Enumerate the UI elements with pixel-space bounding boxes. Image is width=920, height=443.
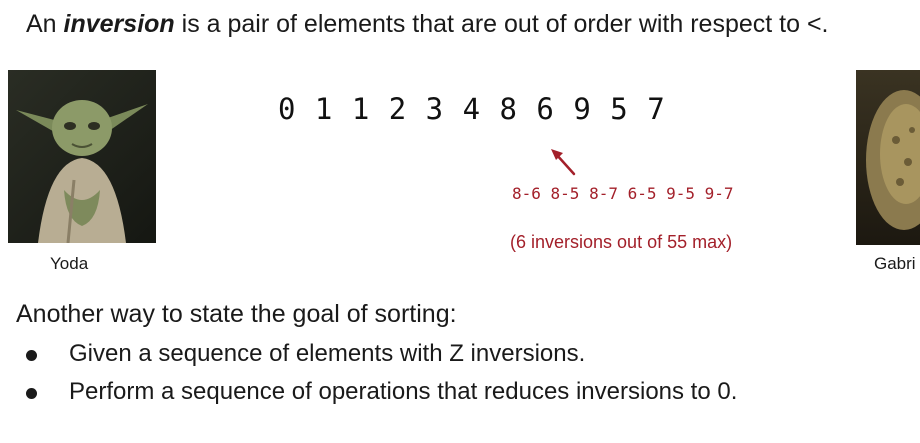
heading-suffix: is a pair of elements that are out of or… — [174, 10, 829, 38]
number-sequence: 0 1 1 2 3 4 8 6 9 5 7 — [278, 92, 666, 126]
cropped-caption: Gabri — [874, 254, 916, 273]
arrow-icon — [551, 149, 576, 176]
section-subheading: Another way to state the goal of sorting… — [16, 300, 457, 328]
cropped-photo — [856, 70, 920, 245]
heading-term: inversion — [63, 10, 175, 38]
bullet-icon — [26, 388, 37, 399]
bullet-text: Given a sequence of elements with Z inve… — [69, 340, 586, 367]
yoda-photo — [8, 70, 156, 243]
bullet-icon — [26, 350, 37, 361]
inversion-count: (6 inversions out of 55 max) — [510, 232, 733, 252]
yoda-caption: Yoda — [50, 254, 89, 273]
bullet-text: Perform a sequence of operations that re… — [69, 378, 738, 405]
heading-prefix: An — [26, 10, 64, 38]
slide-heading: An inversion is a pair of elements that … — [26, 10, 829, 39]
inversion-pairs: 8-6 8-5 8-7 6-5 9-5 9-7 — [512, 184, 734, 203]
